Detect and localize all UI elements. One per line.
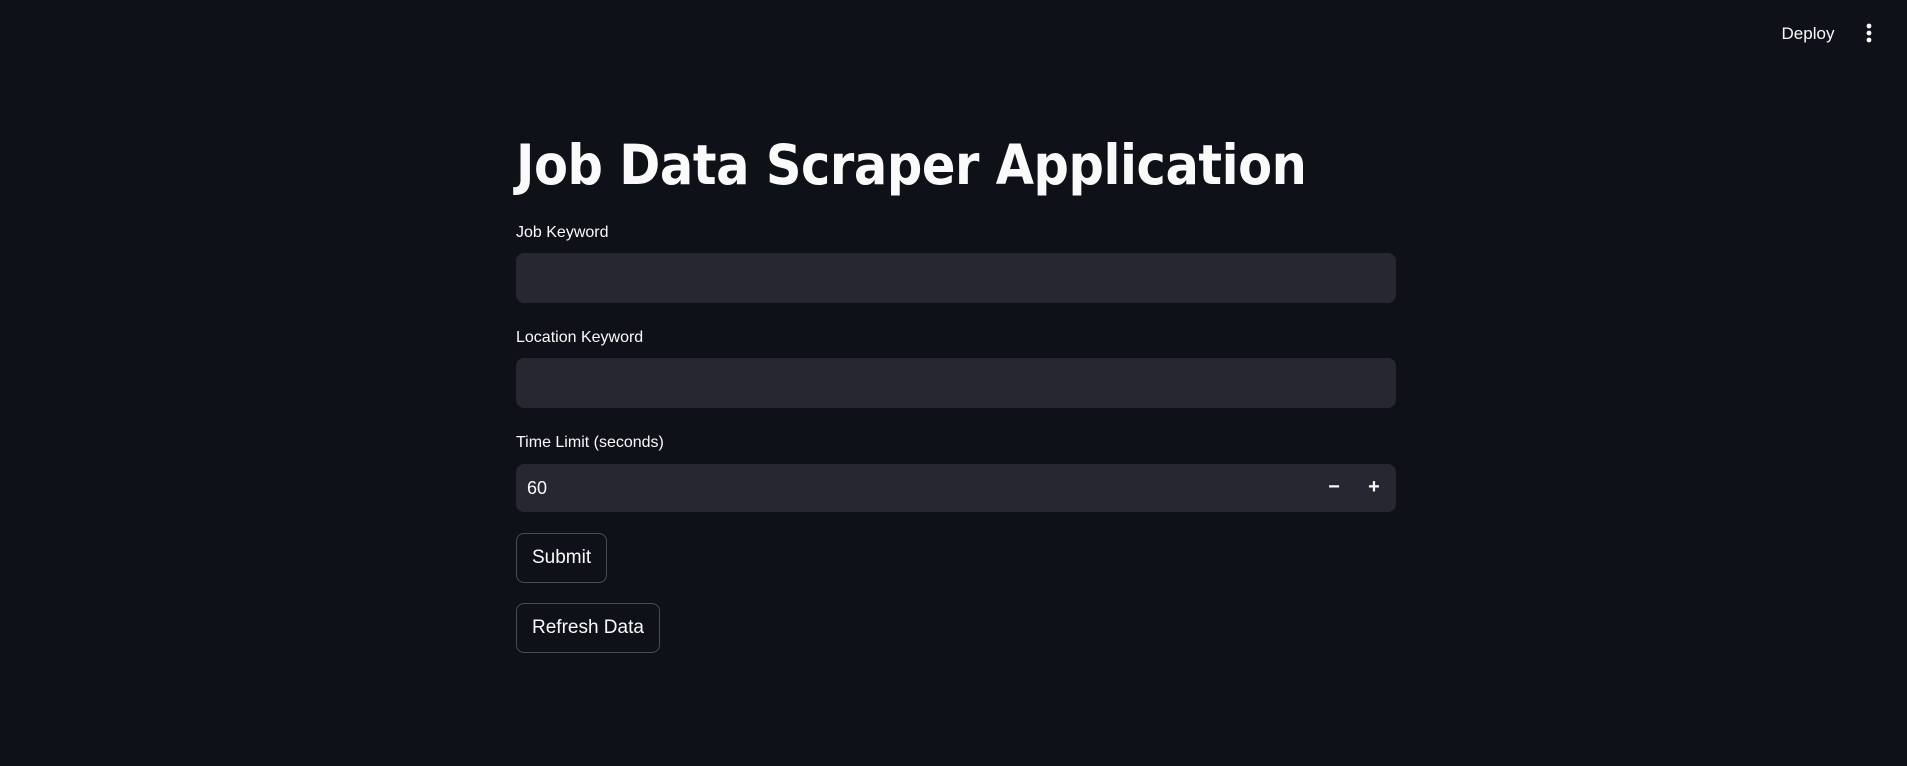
increment-button[interactable]: + (1354, 464, 1394, 512)
top-bar: Deploy (0, 0, 1907, 64)
decrement-button[interactable]: − (1314, 464, 1354, 512)
deploy-button[interactable]: Deploy (1770, 19, 1846, 47)
page-title: Job Data Scraper Application (516, 133, 1307, 197)
job-keyword-field-container (516, 253, 1396, 303)
location-keyword-input[interactable] (516, 358, 1396, 408)
job-keyword-input[interactable] (516, 253, 1396, 303)
time-limit-stepper[interactable]: 60 − + (516, 464, 1396, 512)
job-keyword-label: Job Keyword (516, 224, 609, 241)
time-limit-label: Time Limit (seconds) (516, 434, 664, 451)
location-keyword-field-container (516, 358, 1396, 408)
more-vertical-icon (1858, 18, 1880, 48)
submit-button[interactable]: Submit (516, 533, 608, 583)
refresh-data-button[interactable]: Refresh Data (516, 603, 660, 653)
location-keyword-label: Location Keyword (516, 329, 644, 346)
time-limit-value[interactable]: 60 (527, 464, 547, 512)
main-menu-button[interactable] (1858, 18, 1880, 48)
